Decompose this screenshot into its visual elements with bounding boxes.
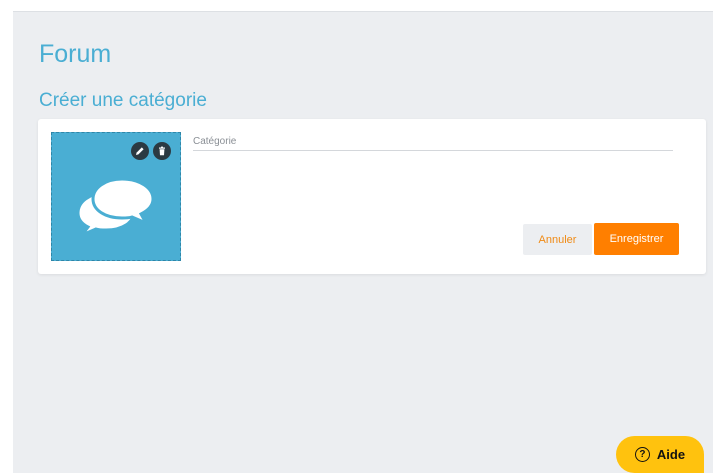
pencil-icon <box>136 147 144 155</box>
edit-image-button[interactable] <box>131 142 149 160</box>
page-frame: Forum Créer une catégorie Catégorie Annu… <box>0 0 713 473</box>
main-content: Forum Créer une catégorie Catégorie Annu… <box>13 11 713 473</box>
cancel-button[interactable]: Annuler <box>523 224 592 255</box>
chat-bubbles-icon <box>76 177 155 235</box>
question-circle-icon: ? <box>634 447 650 462</box>
save-button[interactable]: Enregistrer <box>594 223 679 255</box>
category-field-label: Catégorie <box>193 136 237 147</box>
category-input[interactable] <box>193 150 673 151</box>
delete-image-button[interactable] <box>153 142 171 160</box>
category-form-card: Catégorie Annuler Enregistrer <box>38 119 706 274</box>
help-button[interactable]: ? Aide <box>616 436 704 473</box>
category-image-dropzone[interactable] <box>51 132 181 261</box>
trash-icon <box>159 146 165 156</box>
page-title: Forum <box>39 40 112 68</box>
help-button-label: Aide <box>656 447 686 462</box>
section-title: Créer une catégorie <box>39 90 207 111</box>
